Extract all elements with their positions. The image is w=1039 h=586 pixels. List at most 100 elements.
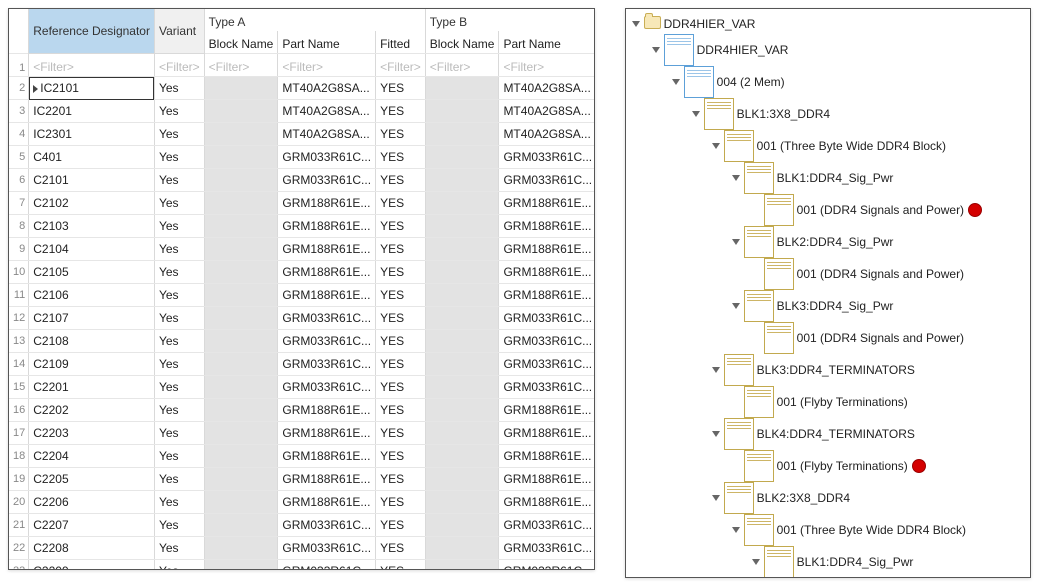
cell-a-fitted[interactable]: YES <box>376 560 426 571</box>
expand-toggle-icon[interactable] <box>710 136 722 156</box>
table-row[interactable]: 12C2107YesGRM033R61C...YESGRM033R61C...N… <box>9 307 595 330</box>
cell-b-part[interactable]: GRM188R61E... <box>499 284 595 307</box>
cell-b-part[interactable]: GRM033R61C... <box>499 169 595 192</box>
expand-toggle-icon[interactable] <box>650 40 662 60</box>
cell-a-part[interactable]: MT40A2G8SA... <box>278 100 376 123</box>
cell-b-block[interactable] <box>425 491 499 514</box>
cell-b-block[interactable] <box>425 100 499 123</box>
cell-a-part[interactable]: GRM188R61E... <box>278 445 376 468</box>
cell-a-fitted[interactable]: YES <box>376 146 426 169</box>
cell-b-block[interactable] <box>425 560 499 571</box>
table-row[interactable]: 9C2104YesGRM188R61E...YESGRM188R61E...NO <box>9 238 595 261</box>
cell-variant[interactable]: Yes <box>154 146 204 169</box>
expand-toggle-icon[interactable] <box>670 72 682 92</box>
cell-a-block[interactable] <box>204 146 278 169</box>
cell-a-block[interactable] <box>204 422 278 445</box>
cell-a-part[interactable]: GRM188R61E... <box>278 399 376 422</box>
cell-variant[interactable]: Yes <box>154 422 204 445</box>
cell-variant[interactable]: Yes <box>154 376 204 399</box>
filter-variant[interactable]: <Filter> <box>154 54 204 77</box>
cell-ref[interactable]: C2108 <box>29 330 155 353</box>
cell-b-block[interactable] <box>425 353 499 376</box>
cell-ref[interactable]: C2202 <box>29 399 155 422</box>
cell-ref[interactable]: IC2301 <box>29 123 155 146</box>
table-row[interactable]: 18C2204YesGRM188R61E...YESGRM188R61E...N… <box>9 445 595 468</box>
cell-ref[interactable]: C2201 <box>29 376 155 399</box>
cell-variant[interactable]: Yes <box>154 284 204 307</box>
cell-a-fitted[interactable]: YES <box>376 238 426 261</box>
cell-b-block[interactable] <box>425 146 499 169</box>
cell-a-block[interactable] <box>204 330 278 353</box>
col-ref[interactable]: Reference Designator <box>29 9 155 54</box>
cell-b-part[interactable]: GRM033R61C... <box>499 307 595 330</box>
col-group-b[interactable]: Type B <box>425 9 594 31</box>
cell-a-part[interactable]: GRM188R61E... <box>278 192 376 215</box>
cell-b-block[interactable] <box>425 330 499 353</box>
cell-a-block[interactable] <box>204 100 278 123</box>
cell-a-fitted[interactable]: YES <box>376 307 426 330</box>
tree-node[interactable]: 001 (Three Byte Wide DDR4 Block)BLK1:DDR… <box>710 130 1026 354</box>
cell-ref[interactable]: C2208 <box>29 537 155 560</box>
cell-variant[interactable]: Yes <box>154 307 204 330</box>
cell-ref[interactable]: C2207 <box>29 514 155 537</box>
expand-toggle-icon[interactable] <box>710 488 722 508</box>
table-row[interactable]: 2IC2101YesMT40A2G8SA...YESMT40A2G8SA...N… <box>9 77 595 100</box>
cell-variant[interactable]: Yes <box>154 169 204 192</box>
cell-a-block[interactable] <box>204 491 278 514</box>
filter-a-block[interactable]: <Filter> <box>204 54 278 77</box>
cell-b-part[interactable]: GRM033R61C... <box>499 330 595 353</box>
cell-variant[interactable]: Yes <box>154 215 204 238</box>
cell-ref[interactable]: C2107 <box>29 307 155 330</box>
table-row[interactable]: 22C2208YesGRM033R61C...YESGRM033R61C...N… <box>9 537 595 560</box>
table-row[interactable]: 11C2106YesGRM188R61E...YESGRM188R61E...N… <box>9 284 595 307</box>
tree-node[interactable]: DDR4HIER_VARDDR4HIER_VAR004 (2 Mem)BLK1:… <box>630 13 1026 578</box>
table-row[interactable]: 4IC2301YesMT40A2G8SA...YESMT40A2G8SA...N… <box>9 123 595 146</box>
cell-a-fitted[interactable]: YES <box>376 376 426 399</box>
cell-b-block[interactable] <box>425 445 499 468</box>
cell-a-block[interactable] <box>204 215 278 238</box>
cell-variant[interactable]: Yes <box>154 330 204 353</box>
tree-node[interactable]: BLK3:DDR4_Sig_Pwr001 (DDR4 Signals and P… <box>730 290 1026 354</box>
cell-b-part[interactable]: GRM188R61E... <box>499 238 595 261</box>
cell-a-fitted[interactable]: YES <box>376 284 426 307</box>
cell-a-block[interactable] <box>204 192 278 215</box>
cell-a-block[interactable] <box>204 468 278 491</box>
cell-ref[interactable]: C2206 <box>29 491 155 514</box>
cell-b-block[interactable] <box>425 514 499 537</box>
table-row[interactable]: 15C2201YesGRM033R61C...YESGRM033R61C...N… <box>9 376 595 399</box>
cell-b-block[interactable] <box>425 77 499 100</box>
cell-b-block[interactable] <box>425 284 499 307</box>
cell-a-part[interactable]: GRM188R61E... <box>278 215 376 238</box>
cell-ref[interactable]: C2203 <box>29 422 155 445</box>
cell-a-block[interactable] <box>204 353 278 376</box>
cell-a-part[interactable]: GRM188R61E... <box>278 468 376 491</box>
cell-variant[interactable]: Yes <box>154 77 204 100</box>
cell-b-block[interactable] <box>425 261 499 284</box>
tree-node[interactable]: 001 (DDR4 Signals and Power) <box>750 258 1026 290</box>
cell-b-part[interactable]: GRM033R61C... <box>499 376 595 399</box>
tree-node[interactable]: 001 (Three Byte Wide DDR4 Block)BLK1:DDR… <box>730 514 1026 578</box>
col-group-a[interactable]: Type A <box>204 9 425 31</box>
cell-a-block[interactable] <box>204 376 278 399</box>
table-row[interactable]: 5C401YesGRM033R61C...YESGRM033R61C...NO <box>9 146 595 169</box>
cell-a-fitted[interactable]: YES <box>376 491 426 514</box>
expand-toggle-icon[interactable] <box>690 104 702 124</box>
cell-b-block[interactable] <box>425 215 499 238</box>
expand-toggle-icon[interactable] <box>730 296 742 316</box>
cell-ref[interactable]: C2104 <box>29 238 155 261</box>
tree-node[interactable]: BLK1:DDR4_Sig_Pwr001 (DDR4 Signals and P… <box>730 162 1026 226</box>
tree-node[interactable]: BLK2:DDR4_Sig_Pwr001 (DDR4 Signals and P… <box>730 226 1026 290</box>
cell-variant[interactable]: Yes <box>154 238 204 261</box>
cell-variant[interactable]: Yes <box>154 261 204 284</box>
cell-a-part[interactable]: GRM188R61E... <box>278 238 376 261</box>
cell-variant[interactable]: Yes <box>154 192 204 215</box>
cell-b-block[interactable] <box>425 399 499 422</box>
cell-a-block[interactable] <box>204 307 278 330</box>
cell-a-fitted[interactable]: YES <box>376 422 426 445</box>
cell-variant[interactable]: Yes <box>154 537 204 560</box>
tree-node[interactable]: BLK4:DDR4_TERMINATORS001 (Flyby Terminat… <box>710 418 1026 482</box>
filter-b-part[interactable]: <Filter> <box>499 54 595 77</box>
cell-a-fitted[interactable]: YES <box>376 77 426 100</box>
tree-node[interactable]: 004 (2 Mem)BLK1:3X8_DDR4001 (Three Byte … <box>670 66 1026 578</box>
expand-toggle-icon[interactable] <box>730 232 742 252</box>
